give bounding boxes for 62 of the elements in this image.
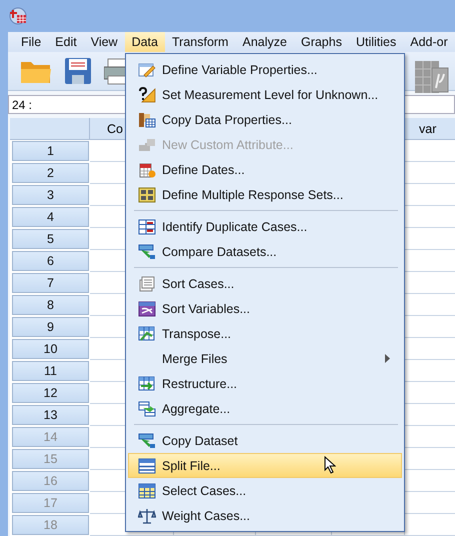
menu[interactable]: Graphs — [294, 32, 349, 52]
crossed-lines-grid-icon — [138, 300, 156, 316]
row-header[interactable]: 1 — [12, 141, 89, 161]
menu-item[interactable]: Define Multiple Response Sets... — [128, 182, 402, 207]
row-header[interactable]: 2 — [12, 163, 89, 183]
menu-item[interactable]: Split File... — [128, 453, 402, 478]
scale-icon — [138, 508, 156, 524]
book-table-icon — [138, 112, 156, 128]
save-icon[interactable] — [64, 57, 92, 86]
row-header[interactable]: 5 — [12, 229, 89, 249]
question-ruler-icon — [138, 86, 156, 102]
row-header[interactable]: 12 — [12, 383, 89, 403]
row-header[interactable]: 13 — [12, 405, 89, 425]
table-arrow-icon — [138, 432, 156, 448]
grid-mu-icon[interactable] — [414, 60, 450, 96]
menu-item[interactable]: Copy Dataset — [128, 428, 402, 453]
menu-item[interactable]: Merge Files — [128, 346, 402, 371]
table-rows-icon — [138, 218, 156, 234]
document-stack-icon — [138, 276, 156, 292]
mouse-cursor-icon — [324, 456, 336, 474]
submenu-arrow-icon — [385, 354, 390, 363]
stacked-blocks-icon — [138, 136, 156, 152]
four-squares-icon — [138, 186, 156, 202]
table-arrow-icon — [138, 376, 156, 392]
menu-item[interactable]: Define Variable Properties... — [128, 57, 402, 82]
menu-item[interactable]: Aggregate... — [128, 396, 402, 421]
table-arrow-icon — [138, 326, 156, 342]
row-header[interactable]: 10 — [12, 339, 89, 359]
calendar-icon — [138, 162, 156, 178]
row-header[interactable]: 6 — [12, 251, 89, 271]
menu-item[interactable]: Compare Datasets... — [128, 239, 402, 264]
row-header[interactable]: 11 — [12, 361, 89, 381]
menu-item[interactable]: Identify Duplicate Cases... — [128, 214, 402, 239]
pencil-form-icon — [138, 62, 156, 78]
menu-item[interactable]: Weight Cases... — [128, 503, 402, 528]
data-menu[interactable] — [125, 53, 405, 532]
row-header[interactable]: 3 — [12, 185, 89, 205]
menu[interactable]: Edit — [48, 32, 84, 52]
row-header[interactable]: 7 — [12, 273, 89, 293]
table-merge-icon — [138, 400, 156, 416]
menu-item[interactable]: Restructure... — [128, 371, 402, 396]
table-icon — [138, 458, 156, 474]
row-header[interactable]: 4 — [12, 207, 89, 227]
menu[interactable]: Analyze — [235, 32, 294, 52]
menu[interactable]: Add-or — [403, 32, 455, 52]
table-arrow-icon — [138, 244, 156, 260]
row-header[interactable]: 8 — [12, 295, 89, 315]
menu-item[interactable]: Select Cases... — [128, 478, 402, 503]
menu[interactable]: View — [84, 32, 125, 52]
table-icon — [138, 482, 156, 498]
menu-item[interactable]: Transpose... — [128, 321, 402, 346]
column-header[interactable]: var — [405, 118, 455, 140]
menu[interactable]: Data — [124, 32, 165, 52]
menu[interactable]: Utilities — [348, 32, 404, 52]
menu-item[interactable]: Define Dates... — [128, 157, 402, 182]
menu[interactable]: Transform — [164, 32, 236, 52]
row-header[interactable]: 9 — [12, 317, 89, 337]
menu-item[interactable]: Sort Variables... — [128, 296, 402, 321]
corner-header[interactable] — [10, 118, 90, 140]
menu-item[interactable]: Sort Cases... — [128, 271, 402, 296]
app-icon — [9, 7, 27, 25]
menu[interactable]: File — [14, 32, 48, 52]
